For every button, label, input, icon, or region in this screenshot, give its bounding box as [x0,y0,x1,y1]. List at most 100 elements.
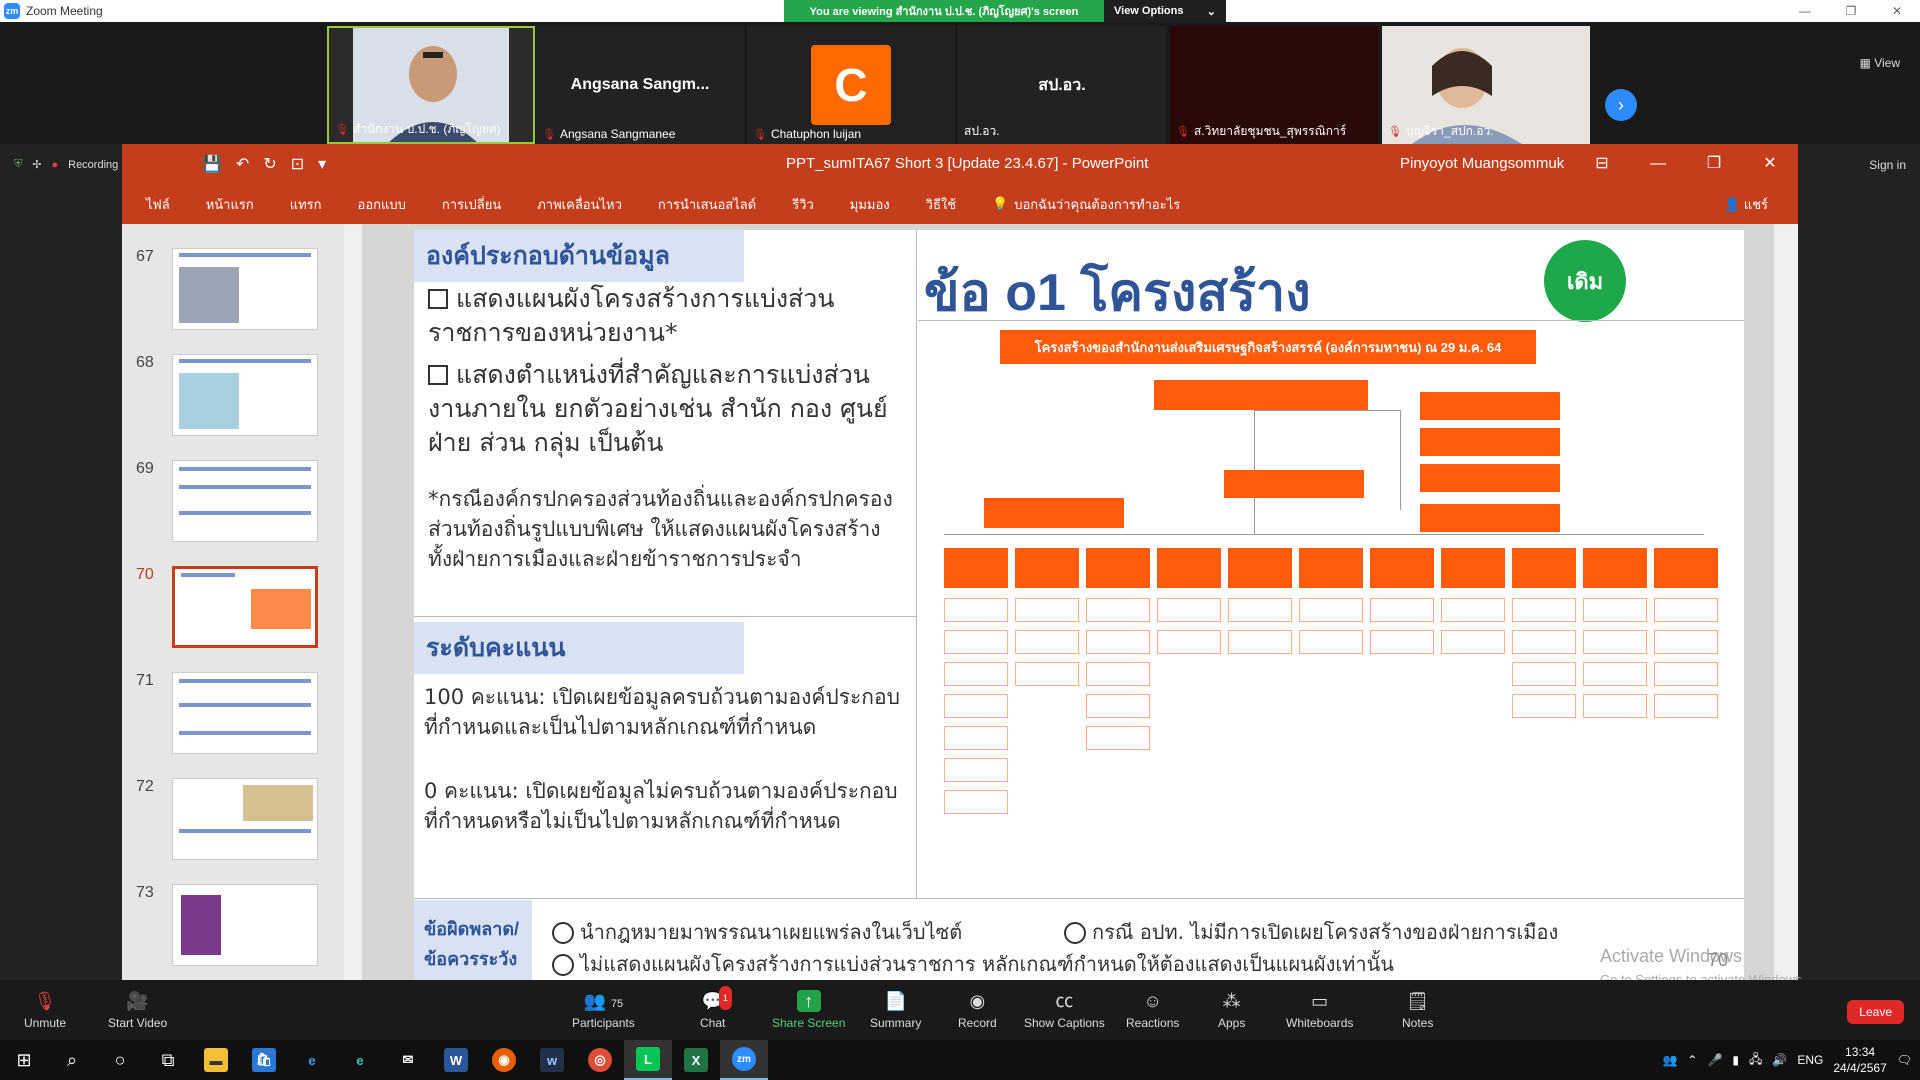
taskbar: ⊞ ⌕ ○ ⧉ ▬ 🛍 e e ✉ W ◉ w ◎ L X zm 👥 ⌃ 🎤 ▮… [0,1040,1920,1080]
tab-transitions[interactable]: การเปลี่ยน [442,194,501,215]
org-sub-box [1015,598,1079,622]
participants-button[interactable]: 👥 75 Participants [572,990,635,1030]
record-button[interactable]: ◉ Record [958,990,997,1030]
maximize-button[interactable]: ❐ [1828,0,1874,22]
participant-tile[interactable]: Angsana Sangm... 🎙 Angsana Sangmanee [536,26,744,144]
tab-design[interactable]: ออกแบบ [358,194,406,215]
mic-muted-icon: 🎙 [33,991,57,1011]
next-page-arrow-icon[interactable]: › [1605,89,1637,121]
divider [918,320,1744,321]
thumbnail-70[interactable]: 70 [122,562,362,652]
thumbnail-73[interactable]: 73 [122,880,362,970]
undo-icon[interactable]: ↶ [236,154,249,174]
firefox-icon[interactable]: ◉ [480,1040,528,1080]
chat-button[interactable]: 💬 1 Chat [700,986,732,1030]
tab-file[interactable]: ไฟล์ [146,194,170,215]
summary-icon: 📄 [884,991,907,1011]
tab-help[interactable]: วิธีใช้ [926,194,956,215]
search-icon[interactable]: ⌕ [48,1040,96,1080]
org-box [1370,548,1434,588]
summary-button[interactable]: 📄 Summary [870,990,921,1030]
whiteboards-button[interactable]: ▭ Whiteboards [1286,990,1353,1030]
clock[interactable]: 13:34 24/4/2567 [1833,1044,1886,1076]
mail-icon[interactable]: ✉ [384,1040,432,1080]
line-icon[interactable]: L [624,1040,672,1080]
word-icon[interactable]: W [432,1040,480,1080]
notes-icon: 🗒 [1406,991,1430,1011]
file-explorer-icon[interactable]: ▬ [192,1040,240,1080]
restore-button[interactable]: ❐ [1686,144,1742,184]
people-icon[interactable]: 👥 [1662,1053,1677,1067]
notes-button[interactable]: 🗒 Notes [1402,990,1433,1030]
org-box [1228,548,1292,588]
thumbnail-69[interactable]: 69 [122,456,362,546]
slide-number: 70 [1708,950,1729,970]
video-off-icon: 🎥 [126,991,149,1011]
redo-icon[interactable]: ↻ [263,154,276,174]
participant-name: 🎙 สำนักงาน ป.ป.ช. (ภิญโญยศ) [335,122,501,136]
app-icon[interactable]: w [528,1040,576,1080]
view-options-button[interactable]: View Options ⌄ [1104,0,1226,22]
apps-button[interactable]: ⁂ Apps [1218,990,1245,1030]
start-video-button[interactable]: 🎥 Start Video [108,990,167,1030]
record-dot-icon: ● [51,158,59,171]
thumbnail-scrollbar[interactable] [344,224,362,988]
zoom-app-icon[interactable]: zm [720,1040,768,1080]
share-arrow-icon: ↑ [796,990,821,1012]
tell-me[interactable]: 💡 บอกฉันว่าคุณต้องการทำอะไร [992,194,1180,215]
present-icon[interactable]: ⊡ [291,154,304,174]
thumbnail-67[interactable]: 67 [122,244,362,334]
store-icon[interactable]: 🛍 [240,1040,288,1080]
participant-tile[interactable]: 🎙 สำนักงาน ป.ป.ช. (ภิญโญยศ) [327,26,535,144]
view-button[interactable]: ▦ View [1860,56,1900,70]
network-icon[interactable]: 🖧 [1749,1050,1762,1071]
mic-icon[interactable]: 🎤 [1707,1053,1722,1067]
sign-in-link[interactable]: Sign in [1869,158,1906,172]
participant-tile[interactable]: C 🎙 Chatuphon luijan [747,26,955,144]
slide-scrollbar[interactable] [1778,224,1798,988]
org-sub-box [1370,630,1434,654]
notifications-icon[interactable]: 🗨 [1897,1053,1912,1067]
tab-animations[interactable]: ภาพเคลื่อนไหว [537,194,622,215]
thumbnail-71[interactable]: 71 [122,668,362,758]
participant-tile[interactable]: 🎙 ส.วิทยาลัยชุมชน_สุพรรณิการ์ [1170,26,1378,144]
close-button[interactable]: ✕ [1874,0,1920,22]
tab-review[interactable]: รีวิว [792,194,814,215]
participant-tile[interactable]: 🎙 บุญจิรา_สปก.อว. [1382,26,1590,144]
ribbon-display-icon[interactable]: ⊟ [1574,144,1630,184]
tab-view[interactable]: มุมมอง [850,194,890,215]
chrome-icon[interactable]: ◎ [576,1040,624,1080]
captions-button[interactable]: ㏄ Show Captions [1024,990,1105,1030]
thumbnail-68[interactable]: 68 [122,350,362,440]
reactions-button[interactable]: ☺ Reactions [1126,990,1179,1030]
org-sub-box [1512,694,1576,718]
tab-slideshow[interactable]: การนำเสนอสไลด์ [658,194,756,215]
language-indicator[interactable]: ENG [1797,1053,1823,1067]
save-icon[interactable]: 💾 [202,154,222,174]
minimize-button[interactable]: — [1630,144,1686,184]
windows-start-icon[interactable]: ⊞ [0,1040,48,1080]
leave-button[interactable]: Leave [1847,1000,1904,1024]
share-screen-button[interactable]: ↑ Share Screen [772,990,845,1030]
org-sub-box [1370,598,1434,622]
edge-icon[interactable]: e [336,1040,384,1080]
org-box [1157,548,1221,588]
volume-icon[interactable]: 🔊 [1772,1053,1787,1067]
zoom-title-bar: zm Zoom Meeting You are viewing สำนักงาน… [0,0,1920,22]
org-sub-box [1086,630,1150,654]
close-button[interactable]: ✕ [1742,144,1798,184]
customize-icon[interactable]: ▾ [318,154,326,174]
thumbnail-72[interactable]: 72 [122,774,362,864]
minimize-button[interactable]: — [1782,0,1828,22]
tab-home[interactable]: หน้าแรก [206,194,254,215]
share-button[interactable]: 👤 แชร์ [1724,194,1768,215]
chevron-up-icon[interactable]: ⌃ [1687,1053,1697,1067]
ie-icon[interactable]: e [288,1040,336,1080]
unmute-button[interactable]: 🎙 Unmute [24,990,66,1030]
tab-insert[interactable]: แทรก [290,194,322,215]
battery-icon[interactable]: ▮ [1732,1053,1739,1067]
task-view-icon[interactable]: ⧉ [144,1040,192,1080]
excel-icon[interactable]: X [672,1040,720,1080]
cortana-icon[interactable]: ○ [96,1040,144,1080]
participant-tile[interactable]: สป.อว. สป.อว. [958,26,1166,144]
